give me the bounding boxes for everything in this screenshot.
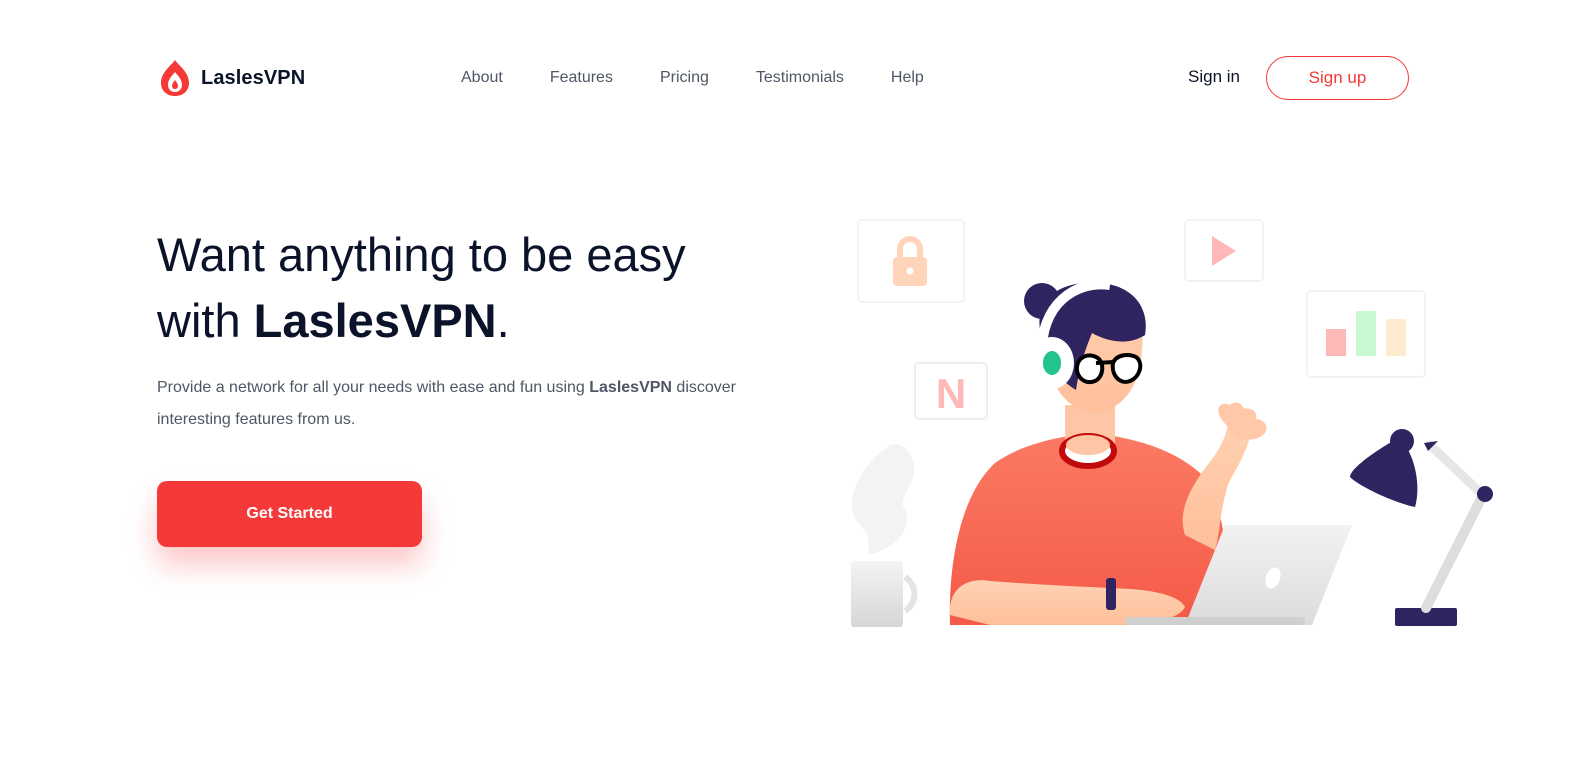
signin-link[interactable]: Sign in	[1188, 66, 1240, 88]
netflix-letter: N	[936, 370, 966, 417]
hero-title-line1: Want anything to be easy	[157, 228, 686, 281]
nav-item-testimonials[interactable]: Testimonials	[756, 68, 844, 88]
play-icon	[1184, 219, 1264, 282]
hero-title: Want anything to be easy with LaslesVPN.	[157, 222, 797, 354]
lock-icon	[857, 219, 965, 303]
hero-title-suffix: .	[496, 294, 510, 347]
get-started-button[interactable]: Get Started	[157, 481, 422, 547]
logo-text: LaslesVPN	[201, 66, 306, 89]
signup-button[interactable]: Sign up	[1266, 56, 1409, 100]
landing-page: LaslesVPN About Features Pricing Testimo…	[0, 0, 1580, 757]
logo[interactable]: LaslesVPN	[157, 58, 305, 98]
hero-title-prefix: with	[157, 294, 254, 347]
hero-illustration: N	[851, 219, 1493, 627]
logo-icon	[161, 60, 189, 96]
nav-item-help[interactable]: Help	[891, 68, 924, 88]
hero-description: Provide a network for all your needs wit…	[157, 372, 777, 436]
mug-icon	[851, 561, 918, 627]
main-nav: About Features Pricing Testimonials Help	[461, 68, 971, 88]
steam-shape	[851, 444, 915, 555]
lamp-icon	[1350, 429, 1493, 626]
bar-chart-icon	[1306, 290, 1426, 378]
nav-item-features[interactable]: Features	[550, 68, 613, 88]
hero-desc-prefix: Provide a network for all your needs wit…	[157, 379, 590, 396]
netflix-icon: N	[914, 362, 988, 420]
person-head	[1024, 279, 1146, 413]
nav-item-about[interactable]: About	[461, 68, 503, 88]
nav-item-pricing[interactable]: Pricing	[660, 68, 709, 88]
hero-title-brand: LaslesVPN	[253, 294, 497, 347]
hero-desc-brand: LaslesVPN	[589, 379, 672, 396]
